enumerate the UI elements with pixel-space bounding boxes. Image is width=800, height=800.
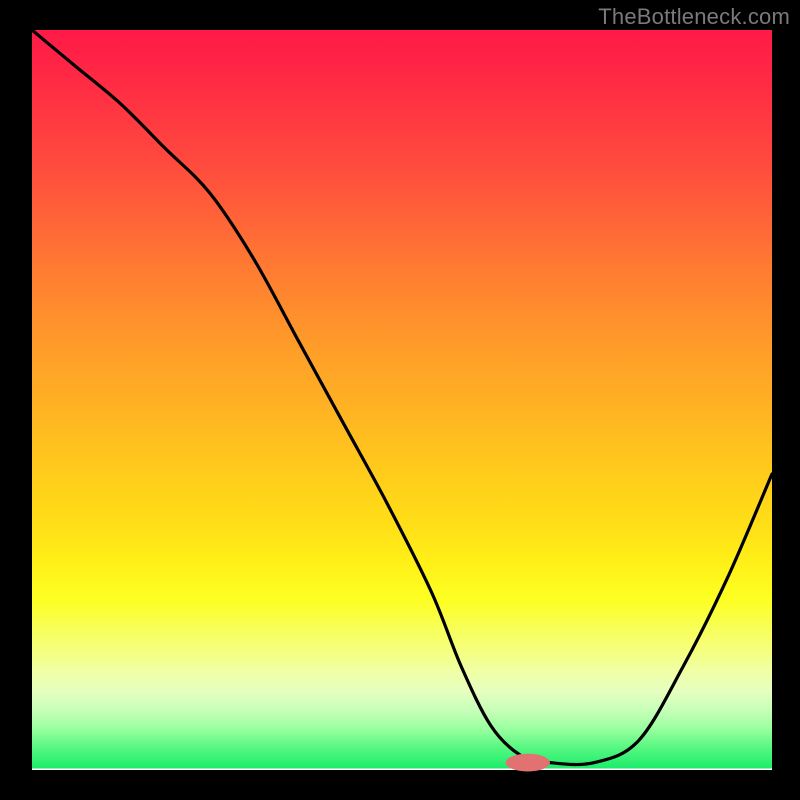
chart-curve <box>32 30 772 765</box>
watermark-text: TheBottleneck.com <box>598 4 790 30</box>
chart-curve-svg <box>32 30 772 770</box>
chart-marker <box>506 754 550 772</box>
chart-plot-area <box>32 30 772 770</box>
chart-frame <box>0 0 800 800</box>
